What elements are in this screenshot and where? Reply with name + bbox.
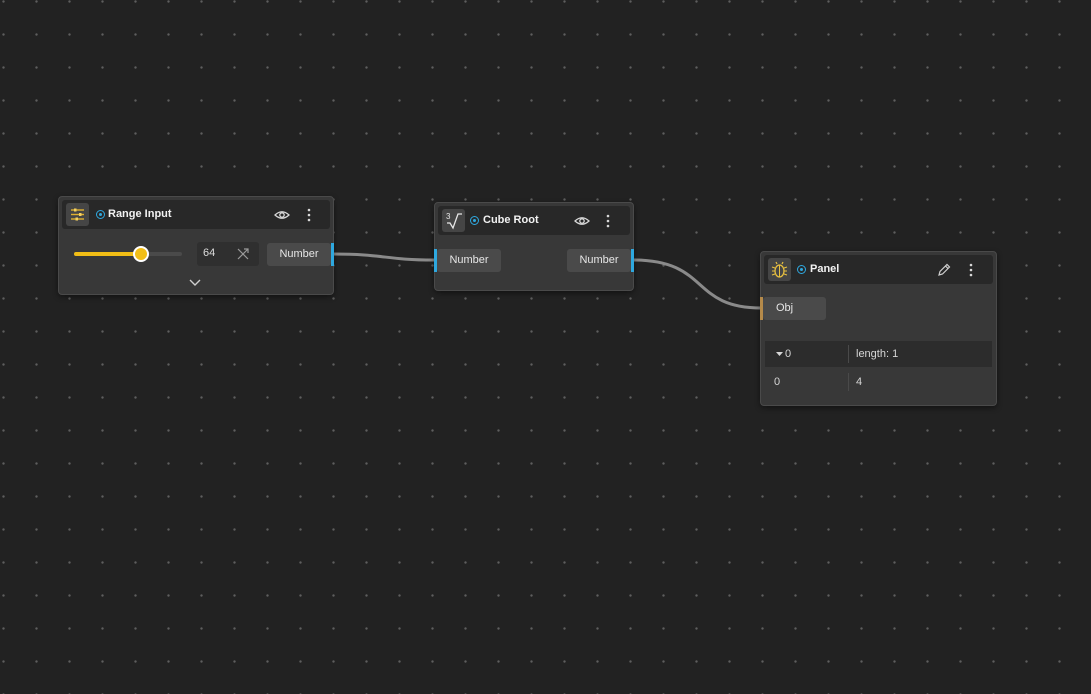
- eye-icon[interactable]: [272, 205, 292, 225]
- node-title: Panel: [810, 263, 840, 275]
- panel-node[interactable]: Panel Obj 0 length: 1 0 4: [760, 251, 997, 406]
- cube-root-icon: 3: [442, 209, 465, 232]
- panel-data-row: 0 4: [765, 369, 992, 395]
- output-port-number[interactable]: Number: [567, 249, 631, 272]
- sliders-icon: [66, 203, 89, 226]
- more-vertical-icon[interactable]: [299, 205, 319, 225]
- input-port-number[interactable]: Number: [437, 249, 501, 272]
- wire-cuberoot-to-panel: [632, 258, 762, 310]
- node-title: Cube Root: [483, 214, 539, 226]
- node-title: Range Input: [108, 208, 172, 220]
- input-port-obj[interactable]: Obj: [763, 297, 826, 320]
- status-indicator-icon: [96, 210, 105, 219]
- output-port-connector[interactable]: [631, 249, 634, 272]
- panel-row-key: 0: [774, 376, 781, 388]
- eye-icon[interactable]: [572, 211, 592, 231]
- clear-icon[interactable]: [235, 246, 251, 262]
- status-indicator-icon: [797, 265, 806, 274]
- panel-row-value: 4: [856, 376, 863, 388]
- cube-root-node[interactable]: 3 Cube Root Number Number: [434, 202, 634, 291]
- range-value: 64: [203, 247, 216, 259]
- node-header[interactable]: Panel: [764, 255, 993, 284]
- wire-range-to-cuberoot: [332, 252, 435, 262]
- panel-data-table: 0 length: 1 0 4: [765, 341, 992, 395]
- expand-chevron-icon[interactable]: [187, 276, 203, 290]
- range-input-node[interactable]: Range Input 64 Number: [58, 196, 334, 295]
- input-port-label: Number: [449, 254, 489, 266]
- panel-tree-row[interactable]: 0 length: 1: [765, 341, 992, 367]
- bug-icon: [768, 258, 791, 281]
- output-port-number[interactable]: Number: [267, 243, 331, 266]
- output-port-connector[interactable]: [331, 243, 334, 266]
- svg-text:3: 3: [446, 212, 451, 221]
- column-divider: [848, 345, 849, 363]
- range-slider-thumb[interactable]: [132, 246, 149, 262]
- panel-tree-value: length: 1: [856, 348, 899, 360]
- output-port-label: Number: [279, 248, 319, 260]
- panel-tree-key: 0: [785, 348, 792, 360]
- pencil-edit-icon[interactable]: [934, 260, 954, 280]
- column-divider: [848, 373, 849, 391]
- range-slider[interactable]: [74, 252, 182, 256]
- status-indicator-icon: [470, 216, 479, 225]
- node-header[interactable]: Range Input: [62, 200, 330, 229]
- node-header[interactable]: 3 Cube Root: [438, 206, 630, 235]
- range-slider-fill: [74, 252, 141, 256]
- input-port-label: Obj: [776, 302, 794, 314]
- range-value-field[interactable]: 64: [197, 242, 259, 266]
- more-vertical-icon[interactable]: [961, 260, 981, 280]
- output-port-label: Number: [579, 254, 619, 266]
- more-vertical-icon[interactable]: [598, 211, 618, 231]
